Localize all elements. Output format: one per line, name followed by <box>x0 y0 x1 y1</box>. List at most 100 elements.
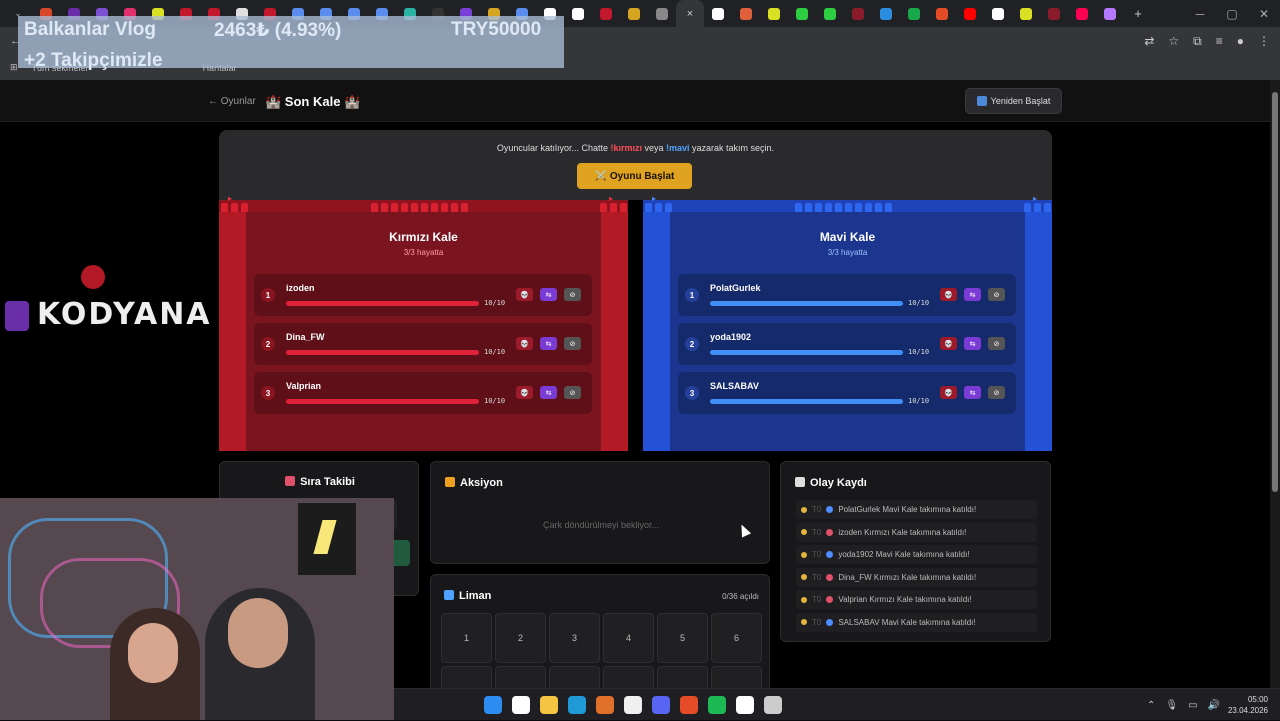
volume-icon[interactable]: 🔊 <box>1208 700 1220 711</box>
network-icon[interactable]: ▭ <box>1188 700 1197 711</box>
ban-player-button[interactable]: ⊘ <box>564 337 581 350</box>
port-cell[interactable]: 2 <box>495 613 546 663</box>
ban-player-button[interactable]: ⊘ <box>988 337 1005 350</box>
browser-tab[interactable] <box>1012 0 1040 27</box>
taskbar-app-icon[interactable] <box>596 696 614 714</box>
start-game-button[interactable]: ⚔️ Oyunu Başlat <box>577 163 692 189</box>
swap-team-button[interactable]: ⇆ <box>540 288 557 301</box>
kill-player-button[interactable]: 💀 <box>516 337 533 350</box>
port-cell[interactable]: 1 <box>441 613 492 663</box>
browser-tab[interactable] <box>648 0 676 27</box>
browser-tab[interactable] <box>816 0 844 27</box>
browser-tab[interactable] <box>704 0 732 27</box>
browser-tab[interactable] <box>844 0 872 27</box>
player-number: 2 <box>261 337 275 351</box>
taskbar-app-icon[interactable] <box>652 696 670 714</box>
browser-tab[interactable] <box>956 0 984 27</box>
taskbar-app-icon[interactable] <box>568 696 586 714</box>
tab-favicon-icon <box>628 7 640 20</box>
minimize-button[interactable]: ─ <box>1184 0 1216 27</box>
tray-chevron-icon[interactable]: ⌃ <box>1147 700 1155 711</box>
right-tower <box>1025 212 1052 451</box>
swap-team-button[interactable]: ⇆ <box>540 386 557 399</box>
menu-icon[interactable]: ⋮ <box>1258 34 1270 48</box>
profile-icon[interactable]: ● <box>1237 34 1244 48</box>
browser-tab[interactable] <box>788 0 816 27</box>
apps-grid-icon[interactable]: ⊞ <box>10 62 18 73</box>
kill-player-button[interactable]: 💀 <box>516 386 533 399</box>
anchor-icon <box>444 590 454 600</box>
browser-tab[interactable] <box>620 0 648 27</box>
ban-player-button[interactable]: ⊘ <box>564 288 581 301</box>
close-window-button[interactable]: ✕ <box>1248 0 1280 27</box>
player-name: SALSABAV <box>710 381 759 391</box>
log-text: Valprian Kırmızı Kale takımına katıldı! <box>838 595 972 604</box>
translate-icon[interactable]: ⇄ <box>1144 34 1154 48</box>
taskbar-clock[interactable]: 05:00 23.04.2026 <box>1228 694 1268 716</box>
port-cell[interactable]: 4 <box>603 613 654 663</box>
taskbar-app-icon[interactable] <box>680 696 698 714</box>
bookmark-star-icon[interactable]: ☆ <box>1168 34 1179 48</box>
browser-tab[interactable] <box>1040 0 1068 27</box>
player-name: PolatGurlek <box>710 283 761 293</box>
health-bar <box>710 350 903 355</box>
restore-button[interactable]: ▢ <box>1216 0 1248 27</box>
scrollbar-thumb[interactable] <box>1272 92 1278 492</box>
webcam-feed <box>0 498 394 720</box>
ban-player-button[interactable]: ⊘ <box>988 386 1005 399</box>
taskbar-app-icon[interactable] <box>764 696 782 714</box>
ban-player-button[interactable]: ⊘ <box>564 386 581 399</box>
log-time: T0 <box>812 595 822 604</box>
swap-team-button[interactable]: ⇆ <box>964 386 981 399</box>
event-log-card: Olay Kaydı T0 PolatGurlek Mavi Kale takım… <box>780 461 1051 642</box>
info-text-before: Oyuncular katılıyor... Chatte <box>496 143 611 153</box>
clock-date: 23.04.2026 <box>1227 706 1268 715</box>
ban-player-button[interactable]: ⊘ <box>988 288 1005 301</box>
browser-tab[interactable] <box>732 0 760 27</box>
browser-tab[interactable] <box>592 0 620 27</box>
kill-player-button[interactable]: 💀 <box>940 288 957 301</box>
browser-tab[interactable] <box>872 0 900 27</box>
port-cell[interactable]: 3 <box>549 613 600 663</box>
window-controls: ─ ▢ ✕ <box>1184 0 1280 27</box>
swap-team-button[interactable]: ⇆ <box>540 337 557 350</box>
port-cell[interactable]: 6 <box>711 613 762 663</box>
swap-team-button[interactable]: ⇆ <box>964 288 981 301</box>
browser-tab[interactable] <box>564 0 592 27</box>
target-icon <box>285 476 296 486</box>
back-to-games-link[interactable]: ← Oyunlar <box>208 96 256 107</box>
browser-tab[interactable] <box>928 0 956 27</box>
taskbar-app-icon[interactable] <box>708 696 726 714</box>
browser-tab[interactable] <box>760 0 788 27</box>
red-castle: ▸ ▸ Kırmızı Kale 3/3 hayatta 1 izoden 10/1… <box>219 194 628 451</box>
tab-favicon-icon <box>936 7 948 20</box>
taskbar-app-icon[interactable] <box>512 696 530 714</box>
taskbar-app-icon[interactable] <box>736 696 754 714</box>
kill-player-button[interactable]: 💀 <box>516 288 533 301</box>
browser-tab[interactable] <box>1096 0 1124 27</box>
blue-castle-interior: Mavi Kale 3/3 hayatta 1 PolatGurlek 10/10 💀… <box>670 212 1025 451</box>
new-tab-button[interactable]: + <box>1124 0 1152 27</box>
microphone-icon[interactable]: 🎙 <box>1165 700 1178 711</box>
close-tab-icon[interactable]: × <box>687 8 693 20</box>
log-time: T0 <box>812 572 822 582</box>
taskbar-app-icon[interactable] <box>484 696 502 714</box>
kill-player-button[interactable]: 💀 <box>940 337 957 350</box>
hand-icon <box>801 529 807 535</box>
player-row: 1 PolatGurlek 10/10 💀 ⇆ ⊘ <box>678 274 1016 316</box>
browser-tab[interactable] <box>984 0 1012 27</box>
log-text: yoda1902 Mavi Kale takımına katıldı! <box>838 550 970 559</box>
browser-tab[interactable] <box>1068 0 1096 27</box>
kill-player-button[interactable]: 💀 <box>940 386 957 399</box>
active-tab[interactable]: × <box>676 0 704 27</box>
taskbar-app-icon[interactable] <box>540 696 558 714</box>
player-name: Valprian <box>286 381 322 391</box>
page-scrollbar[interactable] <box>1270 80 1280 720</box>
extensions-icon[interactable]: ⧉ <box>1193 34 1202 49</box>
browser-tab[interactable] <box>900 0 928 27</box>
restart-button[interactable]: Yeniden Başlat <box>965 88 1062 114</box>
media-icon[interactable]: ≡ <box>1216 34 1223 48</box>
swap-team-button[interactable]: ⇆ <box>964 337 981 350</box>
taskbar-app-icon[interactable] <box>624 696 642 714</box>
port-cell[interactable]: 5 <box>657 613 708 663</box>
